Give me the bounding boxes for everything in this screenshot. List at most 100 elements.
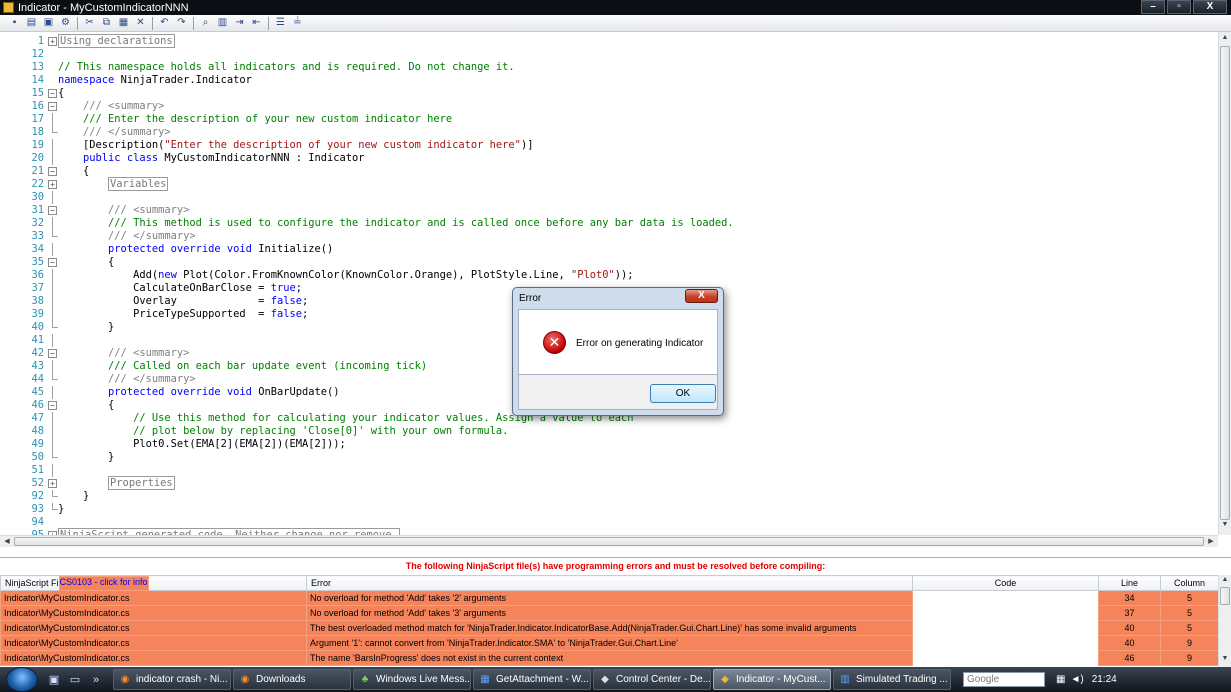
task-app-icon: ◆ <box>601 674 609 685</box>
code-line[interactable]: 1 + Using declarations <box>0 34 1218 48</box>
code-editor[interactable]: 1 + Using declarations 12 13// This namespac… <box>0 32 1218 535</box>
error-row[interactable]: Indicator\MyCustomIndicator.cs The best o… <box>0 575 1219 636</box>
fold-guide <box>52 113 53 126</box>
error-row[interactable]: Indicator\MyCustomIndicator.cs The name '… <box>0 575 1219 666</box>
code-line[interactable]: 13 // This namespace holds all indicators… <box>0 61 1218 74</box>
column-header-code[interactable]: Code <box>912 575 1099 591</box>
indent-icon[interactable]: ⇥ <box>233 17 246 30</box>
scroll-left-icon[interactable]: ◀ <box>1 537 13 545</box>
column-header-file[interactable]: NinjaScript File <box>0 575 307 591</box>
scrollbar-thumb[interactable] <box>1220 587 1230 605</box>
code-line[interactable]: 33 /// </summary> <box>0 230 1218 243</box>
network-icon[interactable]: ▦ <box>1056 674 1065 685</box>
volume-icon[interactable]: ◄) <box>1070 674 1083 685</box>
uncomment-icon[interactable]: ≟ <box>291 17 304 30</box>
expand-icon[interactable]: + <box>48 37 57 46</box>
taskbar-task[interactable]: ♣ Windows Live Mess... <box>353 669 471 690</box>
code-line[interactable]: 17 /// Enter the description of your new… <box>0 113 1218 126</box>
chevron-right-icon[interactable]: » <box>88 673 104 687</box>
editor-vertical-scrollbar[interactable]: ▲ ▼ <box>1218 32 1231 535</box>
code-line[interactable]: 50 } <box>0 451 1218 464</box>
editor-horizontal-scrollbar[interactable]: ◀ ▶ <box>0 535 1218 547</box>
column-header-line[interactable]: Line <box>1098 575 1161 591</box>
redo-icon[interactable]: ↷ <box>175 17 188 30</box>
taskbar-task[interactable]: ◆ Control Center - De... <box>593 669 711 690</box>
collapse-icon[interactable]: − <box>48 167 57 176</box>
scroll-up-icon[interactable]: ▲ <box>1219 576 1231 583</box>
code-line[interactable]: 12 <box>0 48 1218 61</box>
code-line[interactable]: 31− /// <summary> <box>0 204 1218 217</box>
collapse-icon[interactable]: − <box>48 258 57 267</box>
taskbar-task[interactable]: ◆ Indicator - MyCust... <box>713 669 831 690</box>
column-header-error[interactable]: Error <box>306 575 913 591</box>
collapse-icon[interactable]: − <box>48 401 57 410</box>
copy-icon[interactable]: ⧉ <box>100 17 113 30</box>
code-line[interactable]: 92 } <box>0 490 1218 503</box>
scroll-right-icon[interactable]: ▶ <box>1205 537 1217 545</box>
scroll-down-icon[interactable]: ▼ <box>1219 521 1231 528</box>
line-number: 38 <box>31 295 44 307</box>
code-line[interactable]: 52 + Properties <box>0 476 1218 490</box>
code-line[interactable]: 15−{ <box>0 87 1218 100</box>
code-line[interactable]: 51 <box>0 464 1218 477</box>
page-setup-icon[interactable]: ⚙ <box>59 17 72 30</box>
code-line[interactable]: 93} <box>0 503 1218 516</box>
print-preview-icon[interactable]: ▣ <box>42 17 55 30</box>
code-line[interactable]: 16− /// <summary> <box>0 100 1218 113</box>
code-line[interactable]: 22 + Variables <box>0 177 1218 191</box>
collapse-icon[interactable]: − <box>48 89 57 98</box>
taskbar-task[interactable]: ▦ GetAttachment - W... <box>473 669 591 690</box>
line-number: 34 <box>31 243 44 255</box>
start-button[interactable] <box>6 667 38 692</box>
taskbar-task[interactable]: ◉ indicator crash - Ni... <box>113 669 231 690</box>
minimize-button[interactable]: – <box>1141 0 1165 14</box>
scrollbar-thumb[interactable] <box>14 537 1204 546</box>
collapse-icon[interactable]: − <box>48 206 57 215</box>
collapse-icon[interactable]: − <box>48 349 57 358</box>
code-line[interactable]: 34 protected override void Initialize() <box>0 243 1218 256</box>
column-header-column[interactable]: Column <box>1160 575 1219 591</box>
error-code-link[interactable]: CS0103 - click for info <box>58 575 149 591</box>
desktop-icon[interactable]: ▣ <box>46 673 62 687</box>
code-line[interactable]: 36 Add(new Plot(Color.FromKnownColor(Kno… <box>0 269 1218 282</box>
dialog-close-button[interactable]: X <box>685 289 718 303</box>
replace-icon[interactable]: ▥ <box>216 17 229 30</box>
expand-icon[interactable]: + <box>48 180 57 189</box>
error-row[interactable]: Indicator\MyCustomIndicator.cs No overloa… <box>0 575 1219 621</box>
error-row[interactable]: Indicator\MyCustomIndicator.cs Argument '… <box>0 575 1219 651</box>
outdent-icon[interactable]: ⇤ <box>250 17 263 30</box>
search-input[interactable]: Google <box>963 672 1045 687</box>
save-icon[interactable]: ▪ <box>8 17 21 30</box>
find-icon[interactable]: ⌕ <box>199 17 212 30</box>
code-line[interactable]: 32 /// This method is used to configure … <box>0 217 1218 230</box>
ok-button[interactable]: OK <box>650 384 716 403</box>
paste-icon[interactable]: ▦ <box>117 17 130 30</box>
taskbar-task[interactable]: ◉ Downloads <box>233 669 351 690</box>
code-line[interactable]: 48 // plot below by replacing 'Close[0]'… <box>0 425 1218 438</box>
code-line[interactable]: 20 public class MyCustomIndicatorNNN : I… <box>0 152 1218 165</box>
code-line[interactable]: 49 Plot0.Set(EMA[2](EMA[2])(EMA[2])); <box>0 438 1218 451</box>
code-line[interactable]: 30 <box>0 191 1218 204</box>
error-panel-scrollbar[interactable]: ▲ ▼ <box>1218 575 1231 667</box>
switch-windows-icon[interactable]: ▭ <box>67 673 83 687</box>
print-icon[interactable]: ▤ <box>25 17 38 30</box>
code-line[interactable]: 14 namespace NinjaTrader.Indicator <box>0 74 1218 87</box>
scroll-up-icon[interactable]: ▲ <box>1219 34 1231 41</box>
expand-icon[interactable]: + <box>48 479 57 488</box>
code-line[interactable]: 19 [Description("Enter the description o… <box>0 139 1218 152</box>
delete-icon[interactable]: ✕ <box>134 17 147 30</box>
comment-icon[interactable]: ☰ <box>274 17 287 30</box>
close-button[interactable]: X <box>1193 0 1227 14</box>
undo-icon[interactable]: ↶ <box>158 17 171 30</box>
collapse-icon[interactable]: − <box>48 102 57 111</box>
code-text: Using declarations <box>58 34 175 48</box>
error-row[interactable]: Indicator\MyCustomIndicator.cs No overloa… <box>0 575 1219 606</box>
taskbar-task[interactable]: ▥ Simulated Trading ... <box>833 669 951 690</box>
maximize-button[interactable]: ▫ <box>1167 0 1191 14</box>
cut-icon[interactable]: ✂ <box>83 17 96 30</box>
code-line[interactable]: 18 /// </summary> <box>0 126 1218 139</box>
scrollbar-thumb[interactable] <box>1220 46 1230 520</box>
code-line[interactable]: 35− { <box>0 256 1218 269</box>
code-line[interactable]: 21− { <box>0 165 1218 178</box>
scroll-down-icon[interactable]: ▼ <box>1219 655 1231 662</box>
